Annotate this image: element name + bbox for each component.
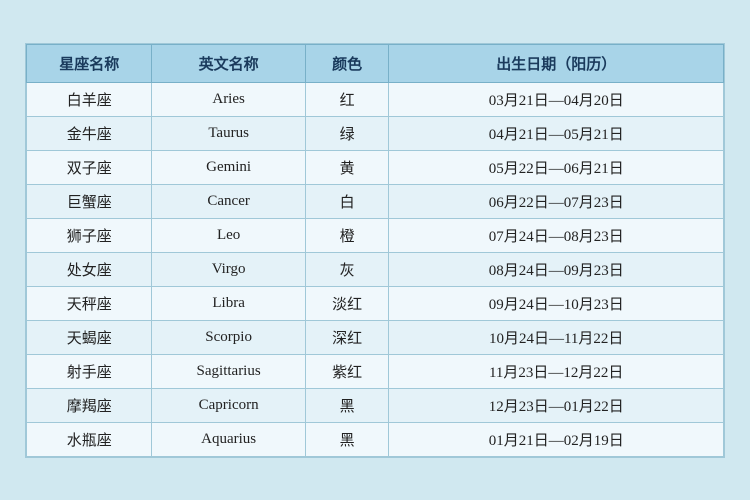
cell-color: 黄	[305, 150, 389, 184]
cell-chinese-name: 水瓶座	[27, 422, 152, 456]
cell-english-name: Libra	[152, 286, 305, 320]
cell-chinese-name: 狮子座	[27, 218, 152, 252]
cell-english-name: Scorpio	[152, 320, 305, 354]
table-row: 天秤座Libra淡红09月24日—10月23日	[27, 286, 724, 320]
cell-color: 紫红	[305, 354, 389, 388]
cell-chinese-name: 双子座	[27, 150, 152, 184]
cell-date: 03月21日—04月20日	[389, 82, 724, 116]
cell-chinese-name: 天秤座	[27, 286, 152, 320]
cell-date: 08月24日—09月23日	[389, 252, 724, 286]
table-row: 巨蟹座Cancer白06月22日—07月23日	[27, 184, 724, 218]
table-body: 白羊座Aries红03月21日—04月20日金牛座Taurus绿04月21日—0…	[27, 82, 724, 456]
cell-chinese-name: 摩羯座	[27, 388, 152, 422]
cell-chinese-name: 处女座	[27, 252, 152, 286]
cell-date: 06月22日—07月23日	[389, 184, 724, 218]
table-row: 白羊座Aries红03月21日—04月20日	[27, 82, 724, 116]
cell-english-name: Taurus	[152, 116, 305, 150]
cell-color: 橙	[305, 218, 389, 252]
cell-english-name: Cancer	[152, 184, 305, 218]
cell-date: 01月21日—02月19日	[389, 422, 724, 456]
zodiac-table: 星座名称 英文名称 颜色 出生日期（阳历） 白羊座Aries红03月21日—04…	[26, 44, 724, 457]
cell-chinese-name: 巨蟹座	[27, 184, 152, 218]
cell-chinese-name: 金牛座	[27, 116, 152, 150]
cell-color: 灰	[305, 252, 389, 286]
cell-date: 07月24日—08月23日	[389, 218, 724, 252]
header-color: 颜色	[305, 44, 389, 82]
cell-color: 白	[305, 184, 389, 218]
cell-english-name: Leo	[152, 218, 305, 252]
cell-english-name: Gemini	[152, 150, 305, 184]
cell-chinese-name: 射手座	[27, 354, 152, 388]
cell-date: 04月21日—05月21日	[389, 116, 724, 150]
table-row: 双子座Gemini黄05月22日—06月21日	[27, 150, 724, 184]
table-row: 金牛座Taurus绿04月21日—05月21日	[27, 116, 724, 150]
zodiac-table-container: 星座名称 英文名称 颜色 出生日期（阳历） 白羊座Aries红03月21日—04…	[25, 43, 725, 458]
table-row: 摩羯座Capricorn黑12月23日—01月22日	[27, 388, 724, 422]
cell-date: 05月22日—06月21日	[389, 150, 724, 184]
table-row: 射手座Sagittarius紫红11月23日—12月22日	[27, 354, 724, 388]
table-row: 水瓶座Aquarius黑01月21日—02月19日	[27, 422, 724, 456]
cell-date: 09月24日—10月23日	[389, 286, 724, 320]
header-english-name: 英文名称	[152, 44, 305, 82]
cell-color: 红	[305, 82, 389, 116]
table-row: 天蝎座Scorpio深红10月24日—11月22日	[27, 320, 724, 354]
cell-date: 12月23日—01月22日	[389, 388, 724, 422]
cell-color: 黑	[305, 422, 389, 456]
cell-date: 10月24日—11月22日	[389, 320, 724, 354]
header-date: 出生日期（阳历）	[389, 44, 724, 82]
cell-english-name: Aries	[152, 82, 305, 116]
cell-color: 绿	[305, 116, 389, 150]
cell-color: 黑	[305, 388, 389, 422]
cell-english-name: Virgo	[152, 252, 305, 286]
cell-color: 深红	[305, 320, 389, 354]
cell-english-name: Sagittarius	[152, 354, 305, 388]
table-row: 狮子座Leo橙07月24日—08月23日	[27, 218, 724, 252]
cell-date: 11月23日—12月22日	[389, 354, 724, 388]
cell-english-name: Aquarius	[152, 422, 305, 456]
table-header-row: 星座名称 英文名称 颜色 出生日期（阳历）	[27, 44, 724, 82]
cell-chinese-name: 天蝎座	[27, 320, 152, 354]
cell-color: 淡红	[305, 286, 389, 320]
header-chinese-name: 星座名称	[27, 44, 152, 82]
cell-english-name: Capricorn	[152, 388, 305, 422]
table-row: 处女座Virgo灰08月24日—09月23日	[27, 252, 724, 286]
cell-chinese-name: 白羊座	[27, 82, 152, 116]
